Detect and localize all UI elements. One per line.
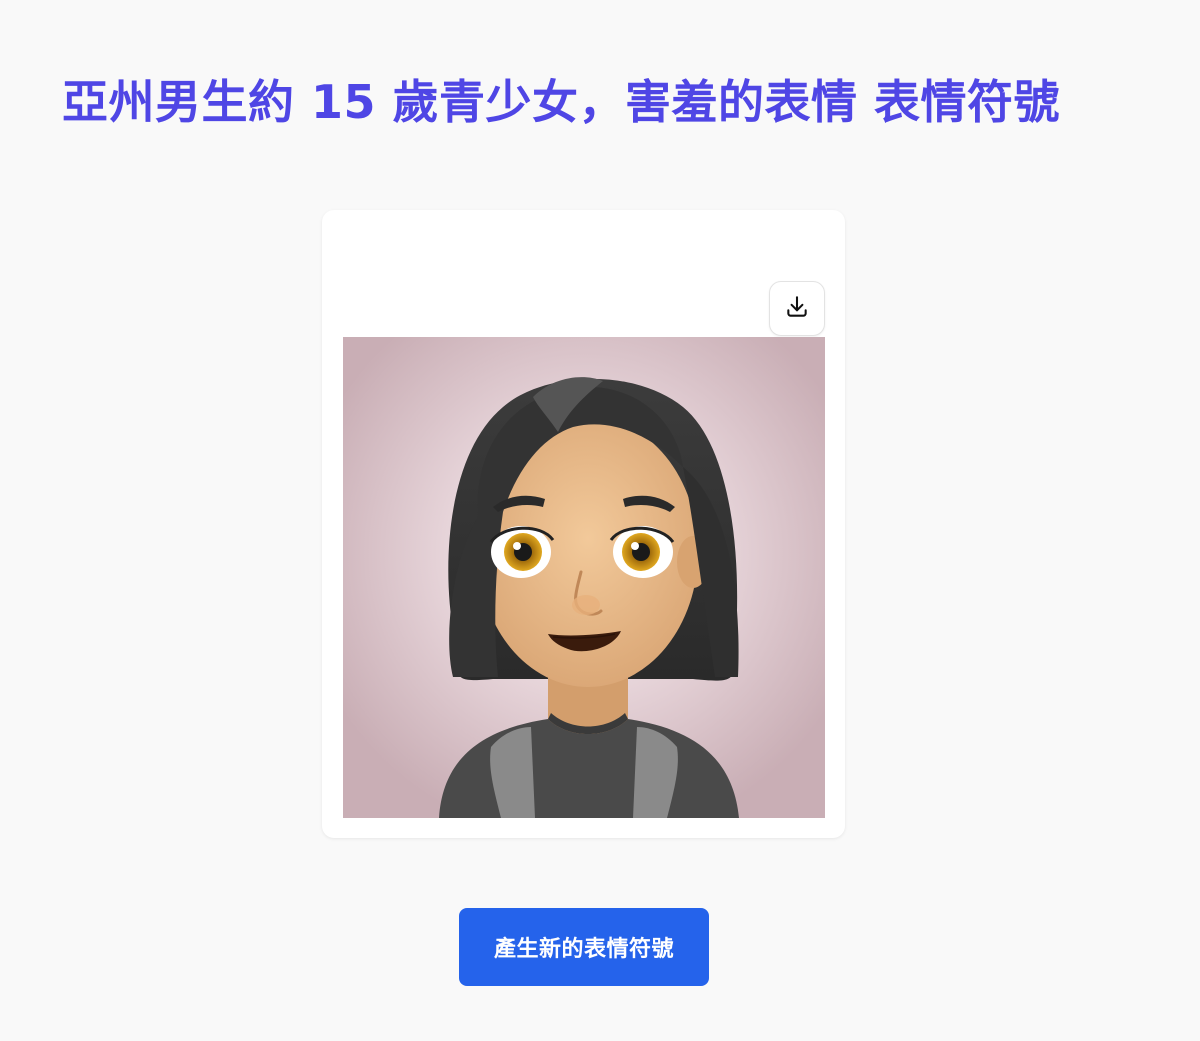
emoji-image [343,337,825,818]
page-title: 亞州男生約 15 歲青少女，害羞的表情 表情符號 [62,75,1061,129]
page: 亞州男生約 15 歲青少女，害羞的表情 表情符號 產生新的表情符號 [0,0,1200,1041]
generate-new-emoji-button[interactable]: 產生新的表情符號 [459,908,709,986]
emoji-card [322,210,845,838]
download-icon [784,294,810,324]
download-button[interactable] [769,281,825,336]
